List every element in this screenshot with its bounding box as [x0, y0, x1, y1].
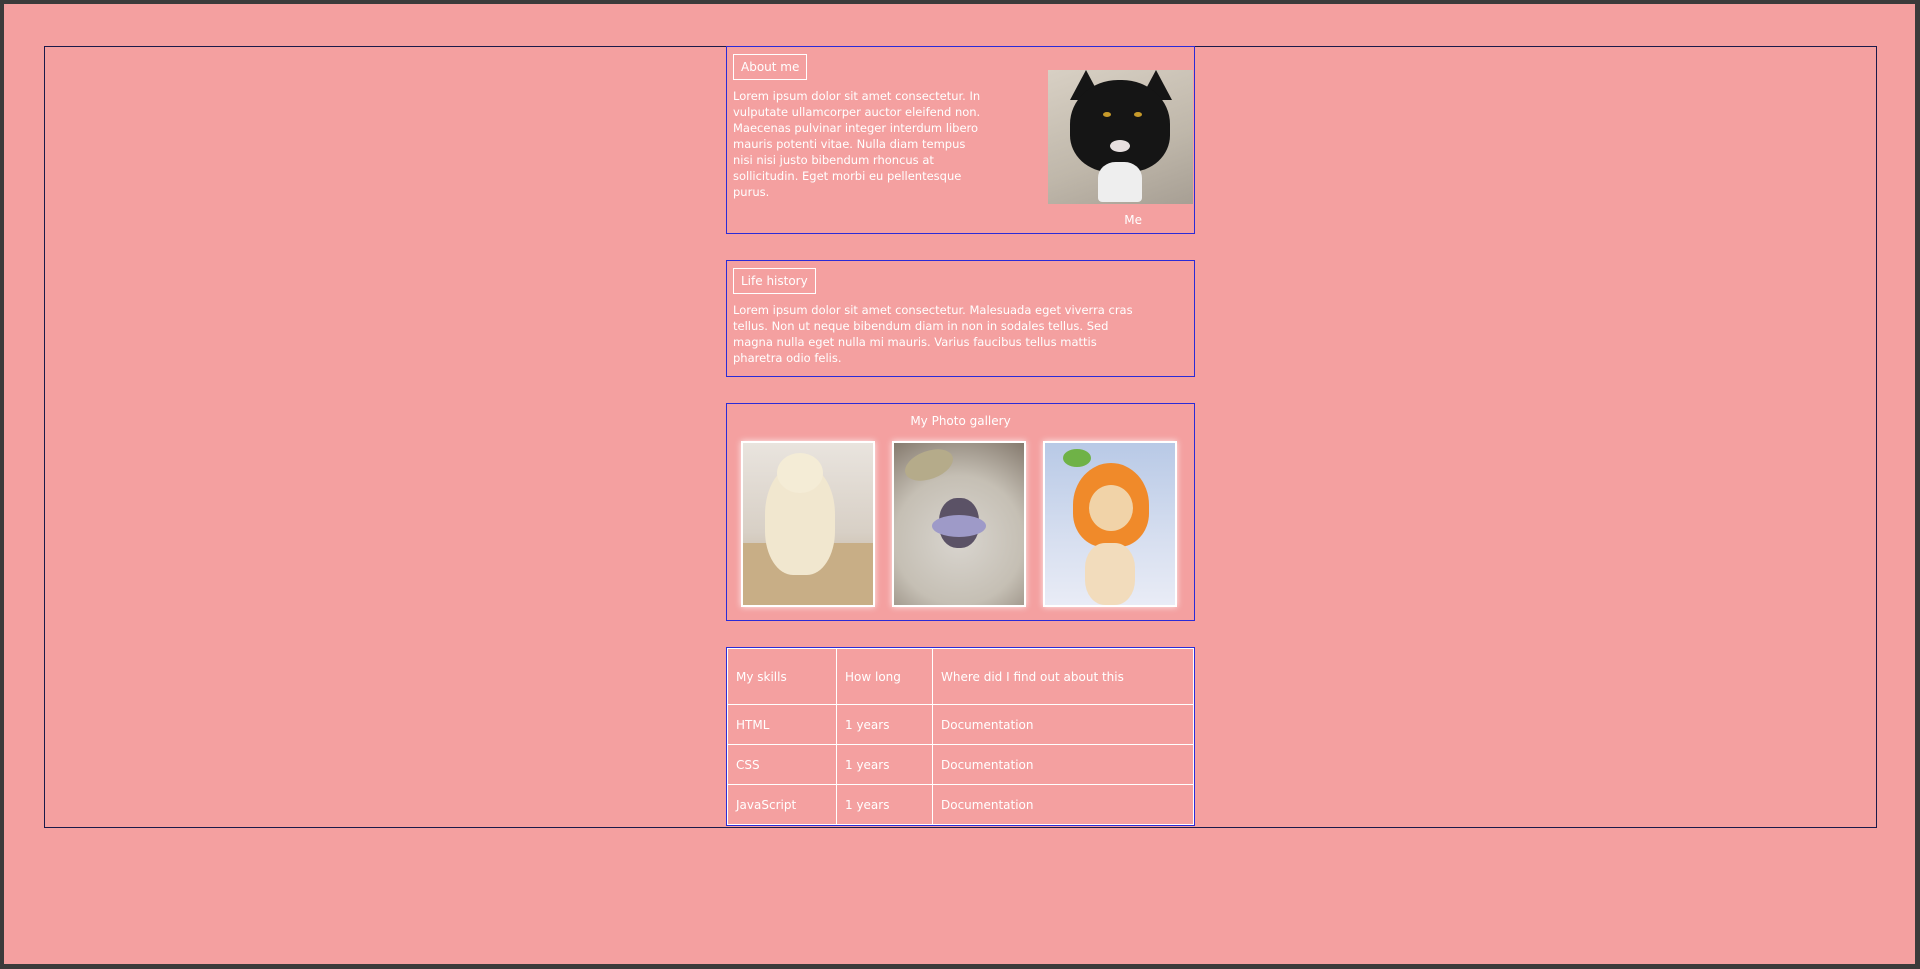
skill-name: CSS	[727, 744, 837, 785]
skill-name: JavaScript	[727, 784, 837, 825]
gallery-photo-3[interactable]	[1043, 441, 1177, 607]
life-history-section: Life history Lorem ipsum dolor sit amet …	[726, 260, 1195, 377]
skill-duration: 1 years	[836, 704, 933, 745]
header-my-skills: My skills	[727, 648, 837, 705]
profile-photo	[1048, 70, 1193, 204]
photo-gallery-section: My Photo gallery	[726, 403, 1195, 621]
gallery-photo-2[interactable]	[892, 441, 1026, 607]
about-text: Lorem ipsum dolor sit amet consectetur. …	[733, 89, 981, 199]
table-row: JavaScript 1 years Documentation	[727, 784, 1194, 825]
gallery-thumbnails	[741, 441, 1177, 607]
profile-photo-caption: Me	[1124, 213, 1142, 227]
header-how-long: How long	[836, 648, 933, 705]
life-history-text: Lorem ipsum dolor sit amet consectetur. …	[733, 303, 1133, 365]
table-row: CSS 1 years Documentation	[727, 744, 1194, 785]
gallery-title: My Photo gallery	[910, 414, 1011, 428]
skill-name: HTML	[727, 704, 837, 745]
skill-source: Documentation	[932, 784, 1194, 825]
about-section: About me Lorem ipsum dolor sit amet cons…	[726, 46, 1195, 234]
page-viewport: About me Lorem ipsum dolor sit amet cons…	[4, 4, 1915, 964]
life-history-heading: Life history	[733, 268, 816, 294]
skill-duration: 1 years	[836, 744, 933, 785]
table-row: HTML 1 years Documentation	[727, 704, 1194, 745]
skill-duration: 1 years	[836, 784, 933, 825]
skill-source: Documentation	[932, 744, 1194, 785]
header-where-found: Where did I find out about this	[932, 648, 1194, 705]
skills-table-section: My skills How long Where did I find out …	[726, 647, 1195, 826]
gallery-photo-1[interactable]	[741, 441, 875, 607]
table-header-row: My skills How long Where did I find out …	[727, 648, 1194, 705]
about-heading: About me	[733, 54, 808, 80]
content-column: About me Lorem ipsum dolor sit amet cons…	[726, 46, 1195, 826]
skills-table: My skills How long Where did I find out …	[727, 648, 1194, 825]
skill-source: Documentation	[932, 704, 1194, 745]
